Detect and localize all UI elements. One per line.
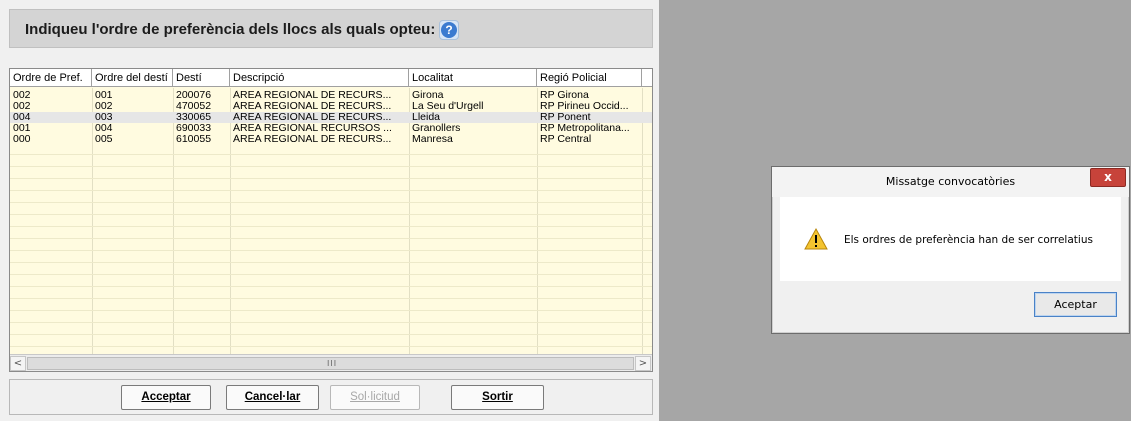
cell-descripcio: ÀREA REGIONAL DE RECURS... bbox=[233, 134, 392, 145]
table-row[interactable]: 001 004 690033 ÀREA REGIONAL RECURSOS ..… bbox=[10, 123, 652, 134]
grid-header: Ordre de Pref. Ordre del destí Destí Des… bbox=[10, 69, 652, 87]
page-title: Indiqueu l'ordre de preferència dels llo… bbox=[25, 21, 436, 38]
message-dialog: Missatge convocatòries x Els ordres de p… bbox=[771, 166, 1130, 334]
cell-localitat: Lleida bbox=[412, 112, 441, 123]
preferences-grid[interactable]: Ordre de Pref. Ordre del destí Destí Des… bbox=[9, 68, 653, 372]
exit-button[interactable]: Sortir bbox=[451, 385, 544, 410]
cell-desti: 610055 bbox=[176, 134, 212, 145]
row-divider bbox=[10, 334, 652, 335]
cell-localitat: Granollers bbox=[412, 123, 461, 134]
dialog-titlebar: Missatge convocatòries x bbox=[772, 167, 1129, 197]
cell-localitat: La Seu d'Urgell bbox=[412, 101, 484, 112]
column-header-regio[interactable]: Regió Policial bbox=[537, 69, 642, 87]
ok-button[interactable]: Aceptar bbox=[1034, 292, 1117, 317]
request-button[interactable]: Sol·licitud bbox=[330, 385, 420, 410]
row-divider bbox=[10, 262, 652, 263]
cell-ordre-desti: 002 bbox=[95, 101, 113, 112]
cell-ordre-desti: 001 bbox=[95, 90, 113, 101]
row-divider bbox=[10, 310, 652, 311]
button-bar: Acceptar Cancel·lar Sol·licitud Sortir bbox=[9, 379, 653, 415]
cell-descripcio: ÀREA REGIONAL DE RECURS... bbox=[233, 112, 392, 123]
cell-descripcio: ÀREA REGIONAL DE RECURS... bbox=[233, 101, 392, 112]
column-header-ordre-desti[interactable]: Ordre del destí bbox=[92, 69, 173, 87]
cell-desti: 690033 bbox=[176, 123, 212, 134]
help-glyph: ? bbox=[441, 22, 457, 38]
cell-ordre-pref[interactable]: 001 bbox=[10, 123, 92, 134]
row-divider bbox=[10, 346, 652, 347]
accept-button[interactable]: Acceptar bbox=[121, 385, 211, 410]
cell-regio: RP Ponent bbox=[540, 112, 591, 123]
cell-regio: RP Pirineu Occid... bbox=[540, 101, 629, 112]
grid-body: 002 001 200076 ÀREA REGIONAL DE RECURS..… bbox=[10, 88, 652, 355]
row-divider bbox=[10, 226, 652, 227]
horizontal-scrollbar[interactable]: < III > bbox=[10, 354, 652, 371]
row-divider bbox=[10, 274, 652, 275]
row-divider bbox=[10, 322, 652, 323]
cell-ordre-desti: 005 bbox=[95, 134, 113, 145]
scroll-left-button[interactable]: < bbox=[10, 356, 26, 371]
column-header-localitat[interactable]: Localitat bbox=[409, 69, 537, 87]
table-row[interactable]: 002 001 200076 ÀREA REGIONAL DE RECURS..… bbox=[10, 90, 652, 101]
warning-icon bbox=[804, 227, 828, 250]
row-divider bbox=[10, 238, 652, 239]
row-divider bbox=[10, 214, 652, 215]
scrollbar-grip: III bbox=[327, 359, 338, 368]
column-header-desti[interactable]: Destí bbox=[173, 69, 230, 87]
cancel-button-label: Cancel·lar bbox=[244, 391, 301, 403]
cell-ordre-pref[interactable]: 002 bbox=[10, 101, 92, 112]
table-row[interactable]: 000 005 610055 ÀREA REGIONAL DE RECURS..… bbox=[10, 134, 652, 145]
cell-ordre-desti: 003 bbox=[95, 112, 113, 123]
request-button-label: Sol·licitud bbox=[350, 391, 400, 403]
dialog-title: Missatge convocatòries bbox=[885, 175, 1016, 188]
cell-ordre-desti: 004 bbox=[95, 123, 113, 134]
cell-descripcio: ÀREA REGIONAL DE RECURS... bbox=[233, 90, 392, 101]
exit-button-label: Sortir bbox=[482, 391, 513, 403]
application-window: Indiqueu l'ordre de preferència dels llo… bbox=[0, 0, 659, 421]
dialog-message: Els ordres de preferència han de ser cor… bbox=[844, 234, 1093, 246]
row-divider bbox=[10, 250, 652, 251]
table-row-selected[interactable]: 004 003 330065 ÀREA REGIONAL DE RECURS..… bbox=[10, 112, 652, 123]
row-divider bbox=[10, 298, 652, 299]
cell-ordre-pref[interactable]: 000 bbox=[10, 134, 92, 145]
dialog-footer: Aceptar bbox=[780, 281, 1121, 326]
cell-localitat: Girona bbox=[412, 90, 444, 101]
cell-regio: RP Central bbox=[540, 134, 592, 145]
row-divider bbox=[10, 154, 652, 155]
row-divider bbox=[10, 190, 652, 191]
column-header-descripcio[interactable]: Descripció bbox=[230, 69, 409, 87]
scrollbar-thumb[interactable]: III bbox=[27, 357, 634, 370]
cell-ordre-pref[interactable]: 002 bbox=[10, 90, 92, 101]
close-icon[interactable]: x bbox=[1090, 168, 1126, 187]
row-divider bbox=[10, 286, 652, 287]
cell-regio: RP Girona bbox=[540, 90, 589, 101]
cell-desti: 200076 bbox=[176, 90, 212, 101]
scroll-right-button[interactable]: > bbox=[635, 356, 651, 371]
row-divider bbox=[10, 202, 652, 203]
cell-desti: 470052 bbox=[176, 101, 212, 112]
cell-descripcio: ÀREA REGIONAL RECURSOS ... bbox=[233, 123, 392, 134]
accept-button-label: Acceptar bbox=[141, 391, 191, 403]
cell-regio: RP Metropolitana... bbox=[540, 123, 630, 134]
cell-desti: 330065 bbox=[176, 112, 212, 123]
table-row[interactable]: 002 002 470052 ÀREA REGIONAL DE RECURS..… bbox=[10, 101, 652, 112]
instruction-header: Indiqueu l'ordre de preferència dels llo… bbox=[9, 9, 653, 48]
row-divider bbox=[10, 166, 652, 167]
row-divider bbox=[10, 178, 652, 179]
cell-localitat: Manresa bbox=[412, 134, 453, 145]
column-header-ordre-pref[interactable]: Ordre de Pref. bbox=[10, 69, 92, 87]
cell-ordre-pref[interactable]: 004 bbox=[10, 112, 92, 123]
question-mark-icon[interactable]: ? bbox=[439, 20, 459, 40]
dialog-body: Els ordres de preferència han de ser cor… bbox=[780, 197, 1121, 281]
cancel-button[interactable]: Cancel·lar bbox=[226, 385, 319, 410]
